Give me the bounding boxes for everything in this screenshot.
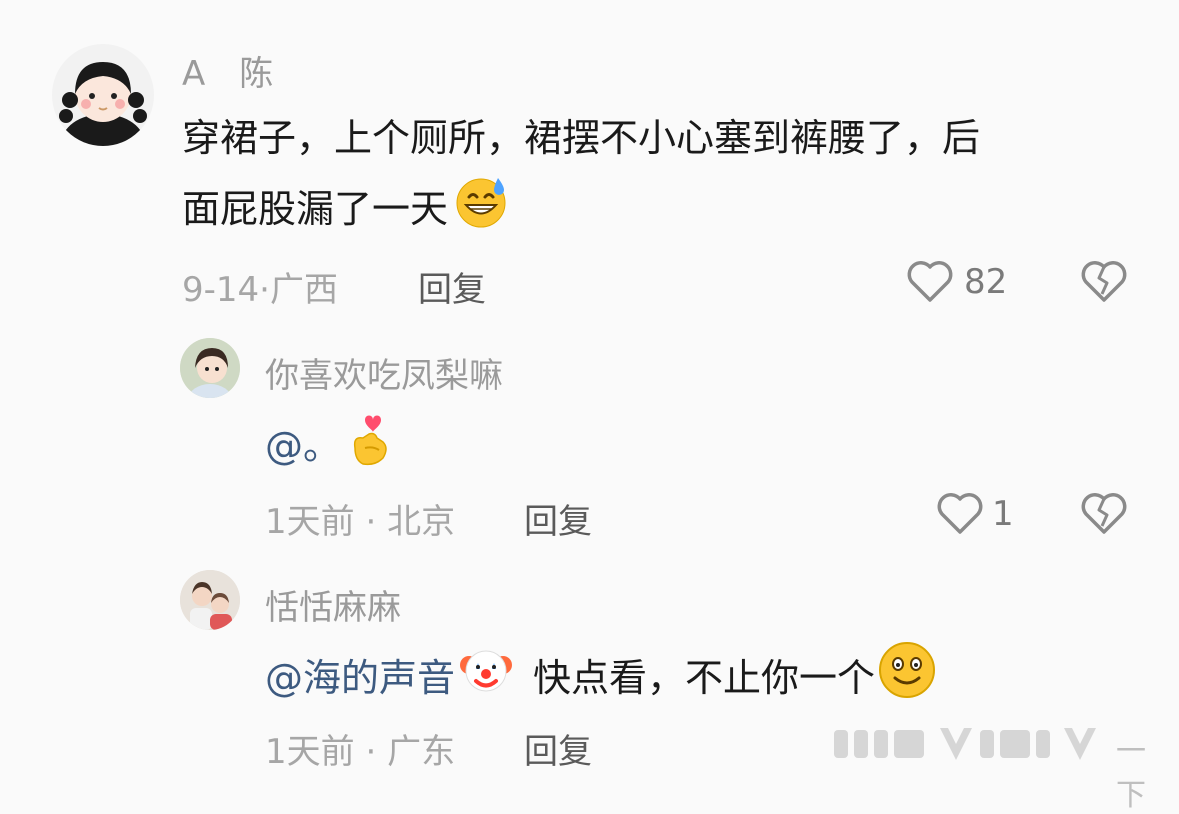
comment-meta: 1天前 · 广东 <box>265 724 455 773</box>
comment-text: @海的声音 快点看，不止你一个 <box>265 640 937 721</box>
separator-dot: · <box>365 502 377 542</box>
comment-date: 9-14 <box>182 270 260 310</box>
finger-heart-emoji <box>347 408 393 489</box>
comment-meta: 9-14·广西 <box>182 262 338 311</box>
grinning-sweat-emoji <box>452 172 510 251</box>
like-count: 1 <box>992 494 1014 534</box>
commenter-avatar[interactable] <box>180 338 240 398</box>
comment-text-content: 面屁股漏了一天 <box>182 187 449 231</box>
like-button[interactable] <box>936 490 984 536</box>
comment-author[interactable]: 恬恬麻麻 <box>265 580 401 629</box>
comment-meta: 1天前 · 北京 <box>265 494 455 543</box>
comment-text-content: 快点看，不止你一个 <box>533 656 876 700</box>
dislike-button[interactable] <box>1080 490 1128 536</box>
comment-date: 1天前 <box>265 732 355 772</box>
reply-button[interactable]: 回复 <box>524 494 592 543</box>
broken-heart-icon <box>1080 490 1128 536</box>
watermark-text: 一下 <box>1116 734 1146 813</box>
heart-icon <box>936 490 984 536</box>
comment-author[interactable]: A 陈 <box>182 46 273 95</box>
broken-heart-icon <box>1080 258 1128 304</box>
commenter-avatar[interactable] <box>180 570 240 630</box>
like-count: 82 <box>964 262 1008 302</box>
comment-text: 穿裙子，上个厕所，裙摆不小心塞到裤腰了，后 面屁股漏了一天 <box>182 104 980 251</box>
comment-location: 广东 <box>387 732 456 772</box>
separator-dot: · <box>259 270 270 310</box>
reply-button[interactable]: 回复 <box>524 724 592 773</box>
watermark: 一下 <box>830 722 1170 813</box>
comment-text: @。 <box>265 408 393 489</box>
like-button[interactable] <box>906 258 954 304</box>
smiley-emoji <box>877 640 937 721</box>
mention-link[interactable]: @。 <box>265 424 341 468</box>
comment-author[interactable]: 你喜欢吃凤梨嘛 <box>265 348 503 397</box>
comment-text-line: 穿裙子，上个厕所，裙摆不小心塞到裤腰了，后 <box>182 116 981 160</box>
reply-button[interactable]: 回复 <box>418 262 486 311</box>
commenter-avatar[interactable] <box>52 44 154 146</box>
comment-location: 北京 <box>387 502 456 542</box>
comment-text-line-2: 面屁股漏了一天 <box>182 172 980 251</box>
watermark-logo-icon <box>834 728 1096 760</box>
heart-icon <box>906 258 954 304</box>
separator-dot: · <box>365 732 377 772</box>
clown-emoji <box>459 643 513 718</box>
comment-location: 广西 <box>269 270 338 310</box>
comment-date: 1天前 <box>265 502 355 542</box>
dislike-button[interactable] <box>1080 258 1128 304</box>
mention-link[interactable]: @海的声音 <box>265 656 455 700</box>
